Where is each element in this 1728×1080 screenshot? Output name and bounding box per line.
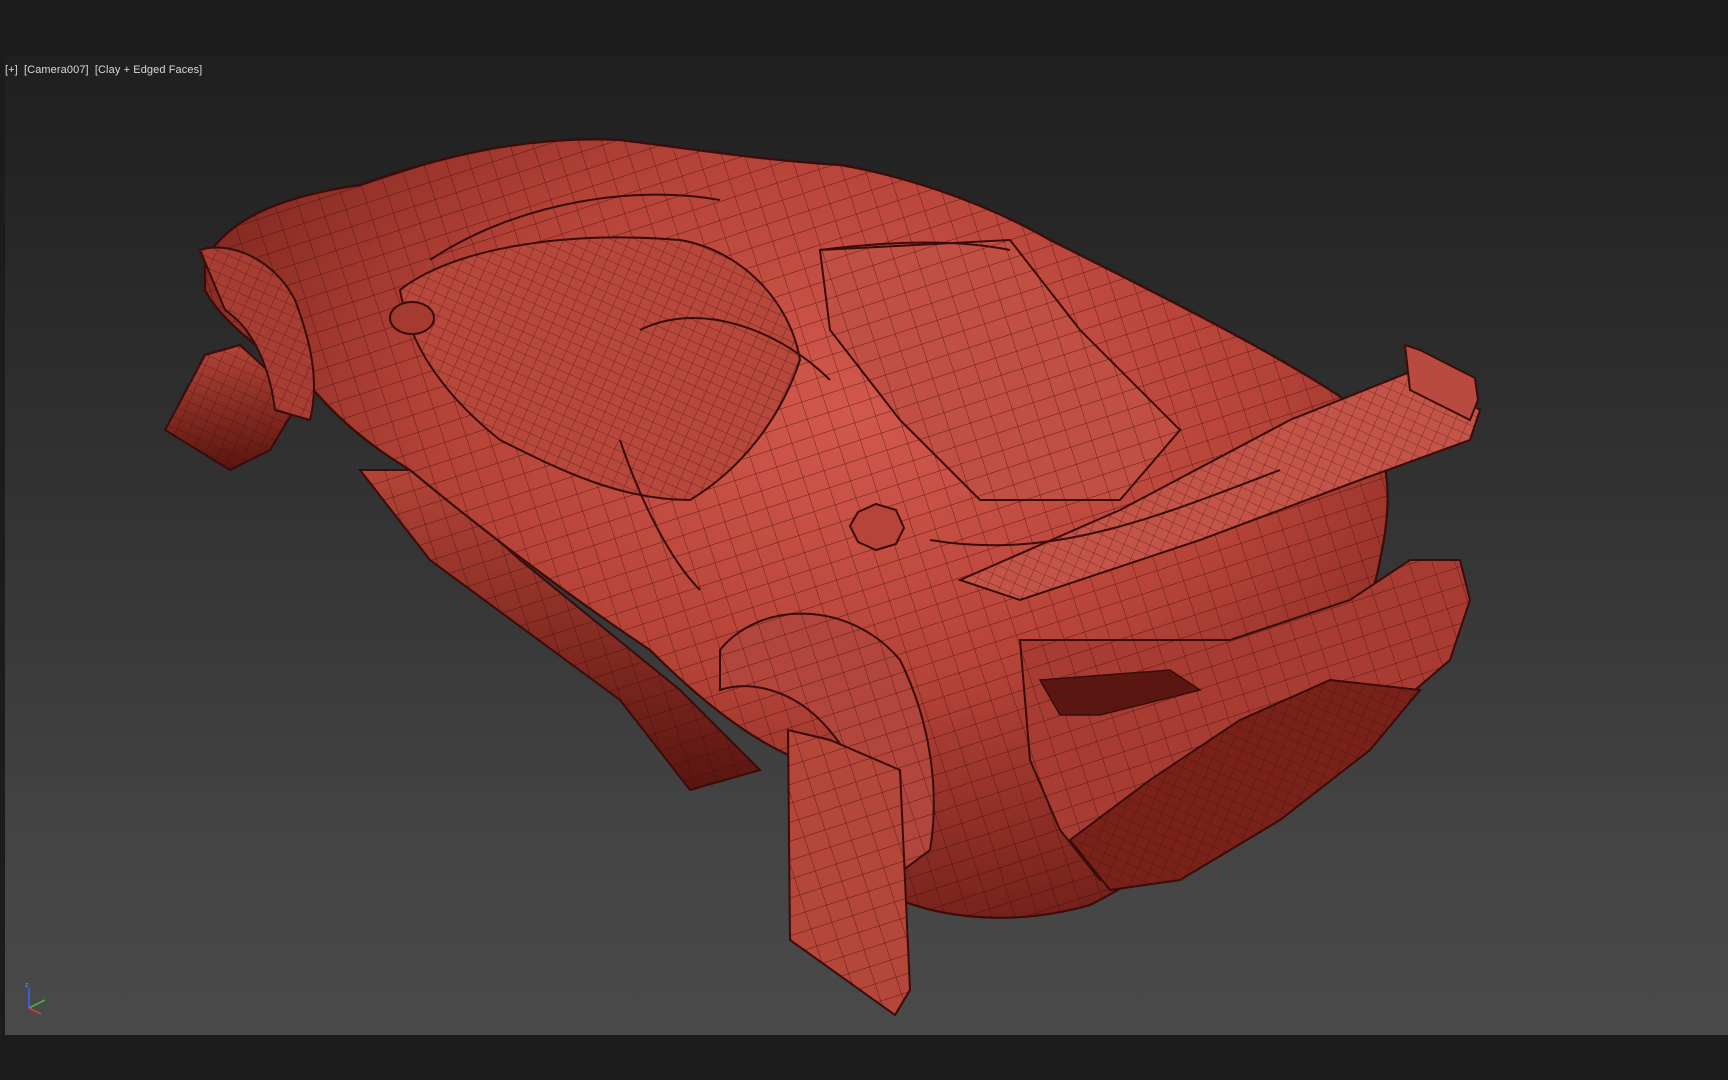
- viewport-camera-label[interactable]: [Camera007]: [24, 64, 89, 76]
- side-mirror: [389, 301, 435, 335]
- viewport-label[interactable]: [+] [Camera007] [Clay + Edged Faces]: [5, 64, 205, 76]
- fuel-cap: [848, 502, 906, 552]
- viewport-shading-label[interactable]: [Clay + Edged Faces]: [95, 64, 202, 76]
- bottom-bar: [0, 1035, 1728, 1080]
- axis-z-label: z: [25, 982, 29, 989]
- axis-gizmo-icon: z: [25, 982, 46, 1015]
- app-window: [+] [Camera007] [Clay + Edged Faces] z: [0, 0, 1728, 1080]
- viewport-menu-plus[interactable]: [+]: [5, 64, 18, 76]
- car-model[interactable]: [5, 56, 1728, 1035]
- viewport-3d[interactable]: [+] [Camera007] [Clay + Edged Faces] z: [5, 56, 1728, 1035]
